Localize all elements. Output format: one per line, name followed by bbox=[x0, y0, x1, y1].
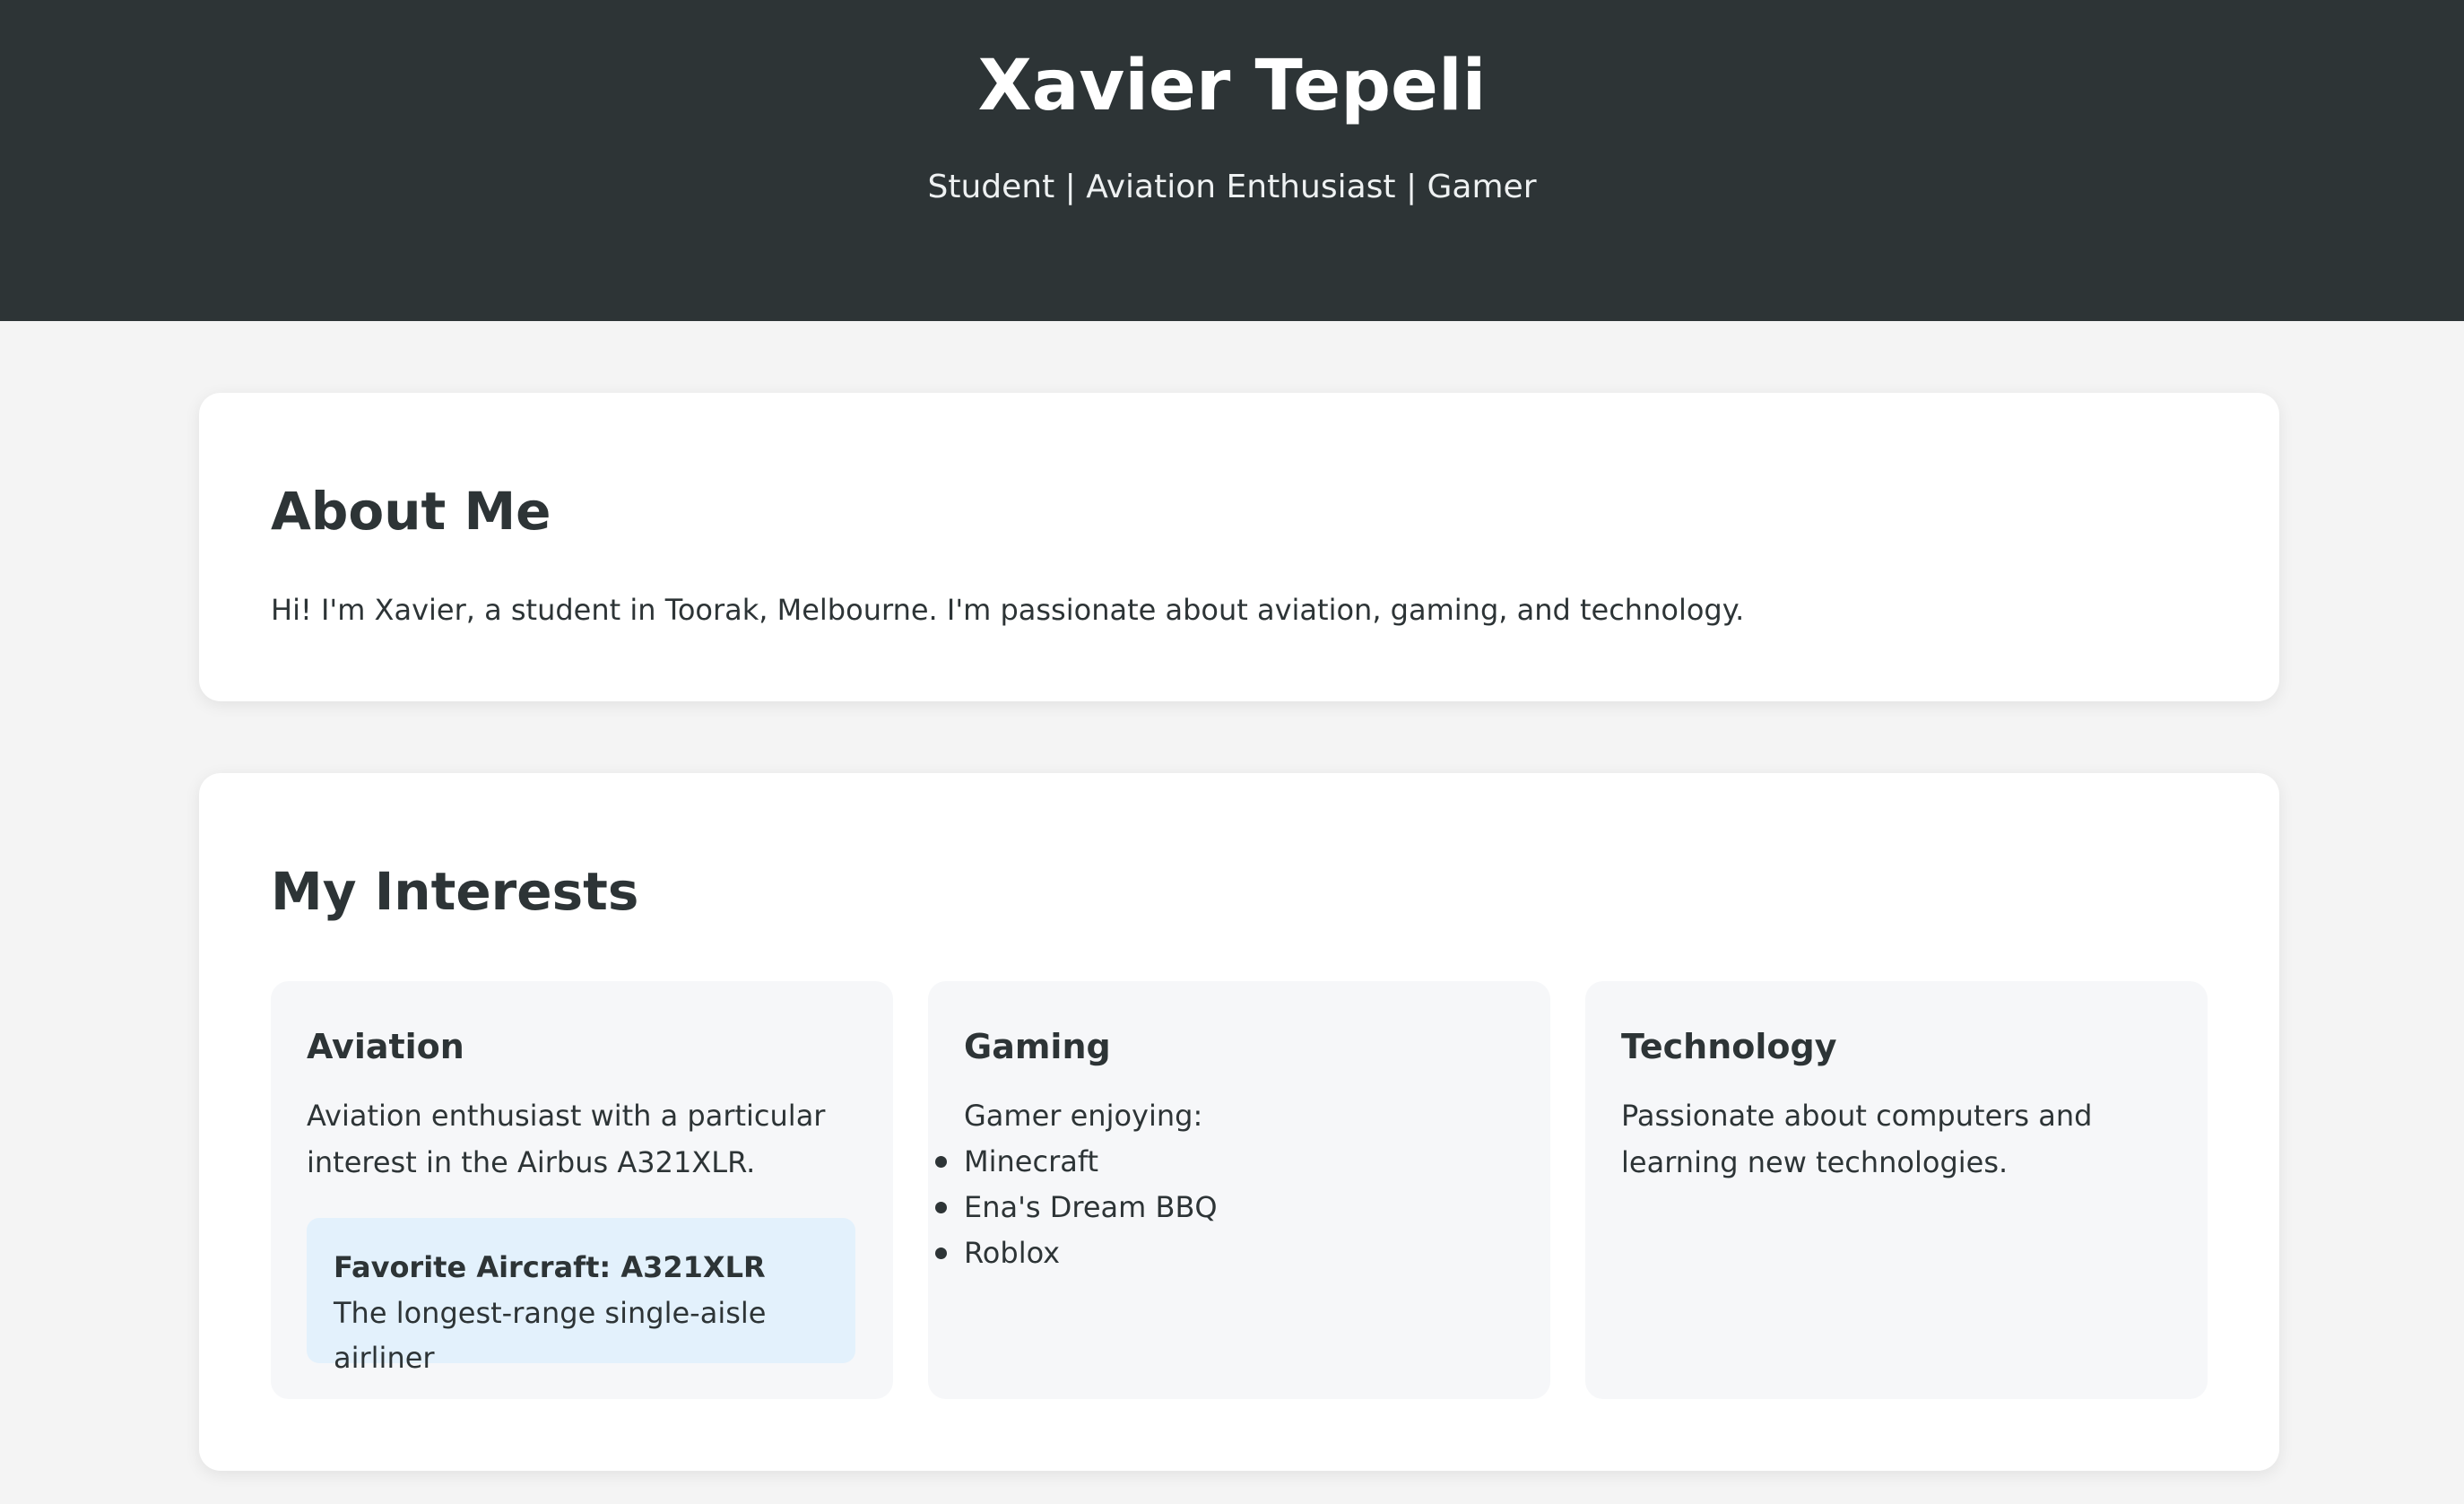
site-name: Xavier Tepeli bbox=[977, 46, 1487, 126]
list-item: Ena's Dream BBQ bbox=[935, 1185, 1218, 1230]
interest-card-gaming: Gaming Gamer enjoying: Minecraft Ena's D… bbox=[928, 981, 1550, 1399]
bullet-icon bbox=[935, 1248, 947, 1259]
list-item: Minecraft bbox=[935, 1139, 1218, 1185]
game-name: Minecraft bbox=[964, 1144, 1099, 1178]
games-list: Minecraft Ena's Dream BBQ Roblox bbox=[935, 1139, 1218, 1276]
site-header: Xavier Tepeli Student | Aviation Enthusi… bbox=[0, 0, 2464, 321]
technology-text: Passionate about computers and learning … bbox=[1621, 1099, 2093, 1179]
aviation-text: Aviation enthusiast with a particular in… bbox=[307, 1099, 826, 1179]
about-title: About Me bbox=[271, 481, 551, 542]
gaming-intro: Gamer enjoying: bbox=[964, 1099, 1203, 1133]
about-text: Hi! I'm Xavier, a student in Toorak, Mel… bbox=[271, 593, 1745, 627]
list-item: Roblox bbox=[935, 1230, 1218, 1276]
game-name: Roblox bbox=[964, 1236, 1061, 1270]
aviation-title: Aviation bbox=[307, 1027, 464, 1066]
interest-card-aviation: Aviation Aviation enthusiast with a part… bbox=[271, 981, 893, 1399]
favorite-aircraft-description: The longest-range single-aisle airliner bbox=[334, 1296, 767, 1375]
gaming-title: Gaming bbox=[964, 1027, 1111, 1066]
site-tagline: Student | Aviation Enthusiast | Gamer bbox=[927, 169, 1537, 205]
interest-card-technology: Technology Passionate about computers an… bbox=[1585, 981, 2208, 1399]
game-name: Ena's Dream BBQ bbox=[964, 1190, 1218, 1224]
technology-title: Technology bbox=[1621, 1027, 1837, 1066]
interests-title: My Interests bbox=[271, 861, 639, 922]
bullet-icon bbox=[935, 1202, 947, 1213]
interests-section: My Interests Aviation Aviation enthusias… bbox=[199, 773, 2279, 1471]
about-section: About Me Hi! I'm Xavier, a student in To… bbox=[199, 393, 2279, 701]
favorite-aircraft-title: Favorite Aircraft: A321XLR bbox=[334, 1250, 766, 1284]
bullet-icon bbox=[935, 1156, 947, 1168]
favorite-aircraft-box: Favorite Aircraft: A321XLR The longest-r… bbox=[307, 1218, 855, 1375]
